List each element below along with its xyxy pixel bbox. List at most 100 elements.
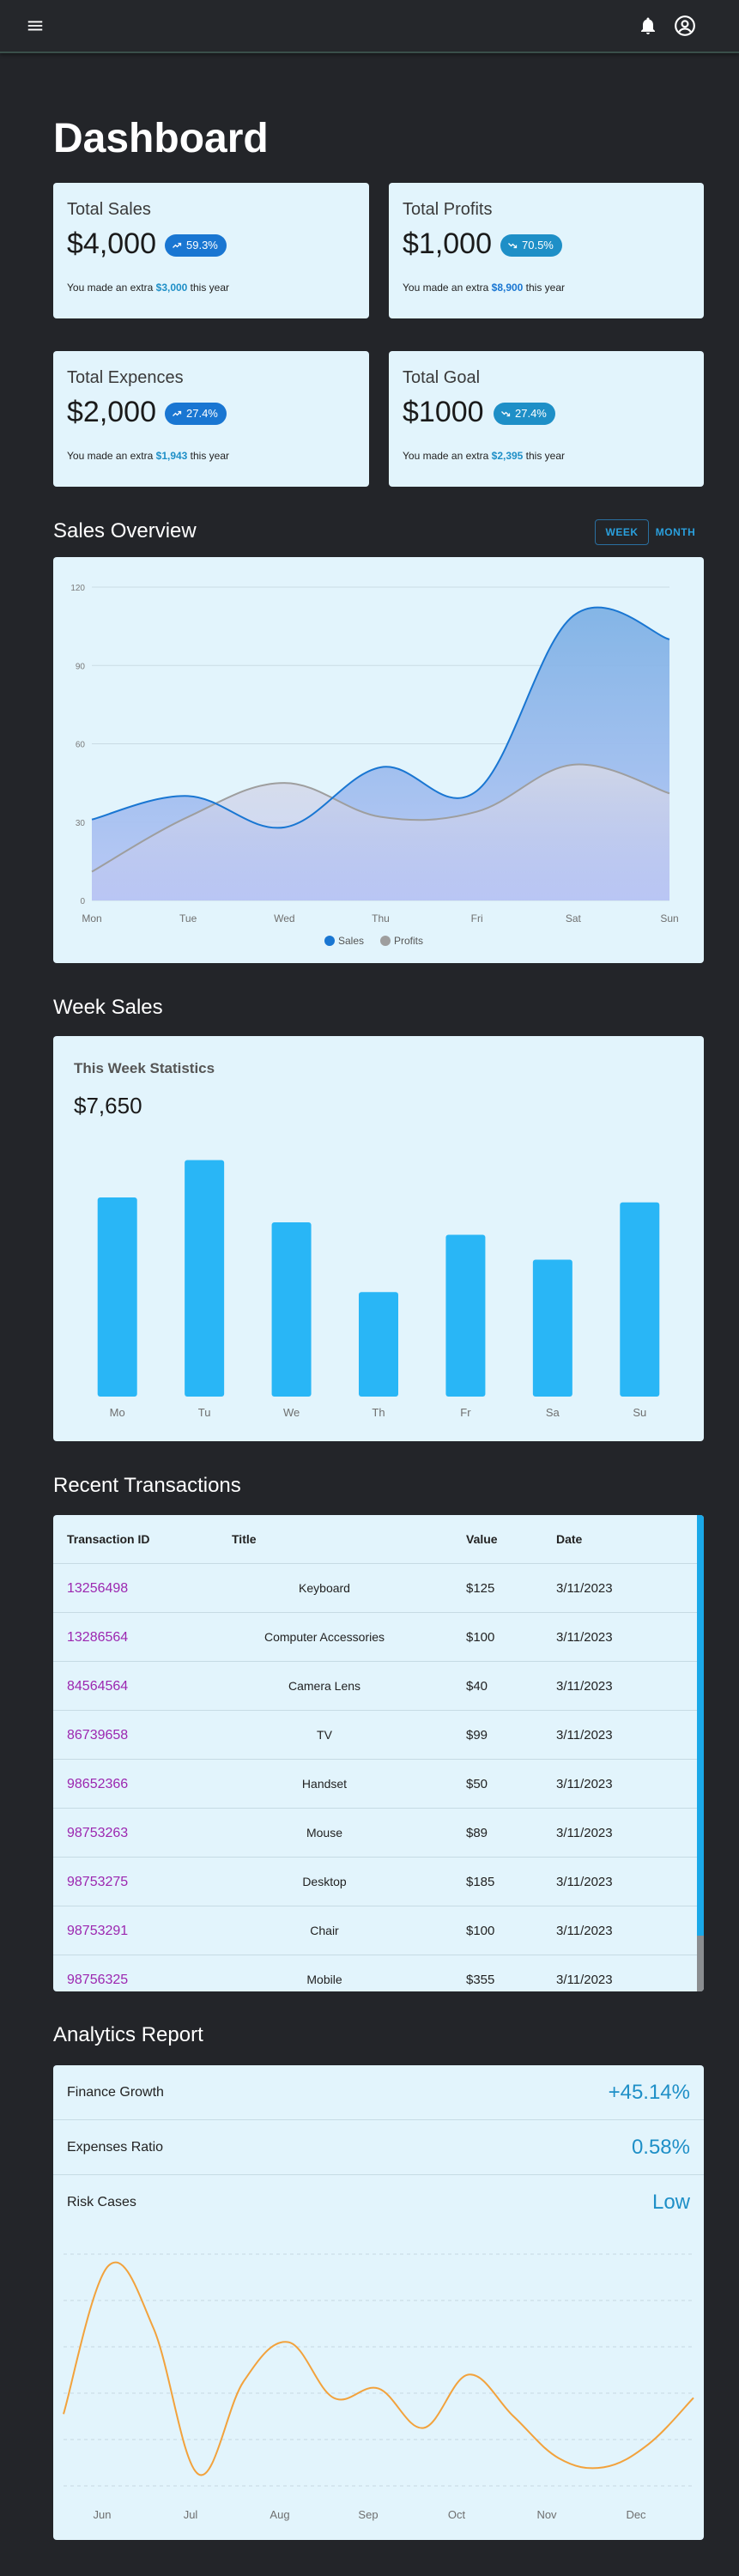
table-row[interactable]: 98753275 Desktop $185 3/11/2023	[53, 1858, 697, 1906]
stat-value: $1,000	[403, 227, 492, 260]
x-tick-label: We	[283, 1406, 300, 1419]
table-row[interactable]: 84564564 Camera Lens $40 3/11/2023	[53, 1662, 697, 1711]
stat-note-amount: $8,900	[491, 282, 524, 294]
sales-overview-chart: 0 30 60 90 120 Mon Tue Wed Thu Fri Sat Sun Sales Prof…	[70, 584, 678, 947]
header-transaction-id: Transaction ID	[67, 1532, 150, 1546]
transaction-date: 3/11/2023	[556, 1924, 613, 1938]
sales-overview-card: 0 30 60 90 120 Mon Tue Wed Thu Fri Sat Sun Sales Prof…	[53, 557, 704, 963]
bar-we[interactable]	[271, 1222, 312, 1397]
scrollbar-thumb[interactable]	[697, 1515, 704, 1936]
x-tick-label: Mon	[82, 912, 101, 924]
stat-note: You made an extra $1,943 this year	[67, 450, 230, 462]
week-toggle-button[interactable]: WEEK	[595, 519, 649, 545]
header-value: Value	[466, 1532, 498, 1546]
transaction-id[interactable]: 98652366	[67, 1760, 128, 1809]
stat-title: Total Goal	[403, 368, 481, 387]
stat-badge-value: 27.4%	[186, 407, 218, 420]
stat-title: Total Expences	[67, 368, 184, 387]
bar-tu[interactable]	[185, 1160, 225, 1397]
stat-card-total-expences: Total Expences $2,000 27.4% You made an …	[53, 351, 369, 487]
trending-down-icon	[508, 243, 518, 249]
x-tick-label: Fri	[471, 912, 483, 924]
table-row[interactable]: 86739658 TV $99 3/11/2023	[53, 1711, 697, 1760]
transaction-id[interactable]: 98753291	[67, 1906, 128, 1955]
x-tick-label: Jul	[184, 2508, 198, 2521]
transaction-value: $99	[466, 1728, 488, 1743]
stat-note-amount: $1,943	[155, 450, 188, 462]
trending-down-icon	[501, 411, 511, 417]
transaction-date: 3/11/2023	[556, 1973, 613, 1987]
stat-card-total-profits: Total Profits $1,000 70.5% You made an e…	[389, 183, 704, 318]
transaction-value: $355	[466, 1973, 495, 1987]
x-tick-label: Su	[633, 1406, 646, 1419]
analytics-chart: Jun Jul Aug Sep Oct Nov Dec	[63, 2253, 694, 2521]
transaction-value: $89	[466, 1826, 488, 1840]
trending-up-icon	[173, 242, 182, 248]
table-row[interactable]: 13286564 Computer Accessories $100 3/11/202…	[53, 1613, 697, 1662]
transaction-id[interactable]: 13286564	[67, 1613, 128, 1662]
x-tick-label: Tu	[198, 1406, 211, 1419]
x-tick-label: Fr	[460, 1406, 471, 1419]
transaction-id[interactable]: 98753275	[67, 1858, 128, 1906]
transaction-id[interactable]: 84564564	[67, 1662, 128, 1711]
transaction-id[interactable]: 98753263	[67, 1809, 128, 1858]
header-date: Date	[556, 1532, 583, 1546]
month-toggle-button[interactable]: MONTH	[652, 519, 699, 545]
bar-su[interactable]	[620, 1202, 660, 1397]
stat-note: You made an extra $2,395 this year	[403, 450, 566, 462]
transaction-value: $100	[466, 1924, 495, 1938]
y-tick-label: 60	[76, 741, 86, 750]
table-row[interactable]: 13256498 Keyboard $125 3/11/2023	[53, 1564, 697, 1613]
transaction-title: Computer Accessories	[263, 1630, 385, 1644]
transaction-title: Mobile	[306, 1973, 342, 1986]
account-circle-icon[interactable]	[674, 15, 696, 37]
bar-th[interactable]	[359, 1292, 398, 1397]
transactions-table[interactable]: Transaction ID Title Value Date 13256498…	[53, 1515, 704, 1991]
table-row[interactable]: 98756325 Mobile $355 3/11/2023	[53, 1955, 697, 1991]
menu-icon[interactable]	[26, 16, 45, 35]
table-row[interactable]: 98753291 Chair $100 3/11/2023	[53, 1906, 697, 1955]
page-title: Dashboard	[53, 116, 269, 161]
analytics-report-title: Analytics Report	[53, 2023, 203, 2046]
stat-badge-value: 59.3%	[186, 239, 218, 252]
x-tick-label: Nov	[536, 2508, 557, 2521]
transaction-title: Keyboard	[299, 1581, 350, 1595]
transaction-title: Camera Lens	[288, 1679, 361, 1693]
legend-label-sales: Sales	[338, 935, 364, 947]
transaction-title: Desktop	[302, 1875, 347, 1888]
legend-marker-sales	[324, 936, 335, 946]
stat-value: $1000	[403, 396, 484, 428]
recent-transactions-title: Recent Transactions	[53, 1474, 241, 1497]
legend-marker-profits	[380, 936, 391, 946]
transaction-id[interactable]: 98756325	[67, 1955, 128, 1991]
y-tick-label: 30	[76, 819, 86, 828]
table-scrollbar[interactable]	[697, 1515, 704, 1991]
stat-note-amount: $2,395	[491, 450, 524, 462]
week-sales-chart: Mo Tu We Th Fr Sa Su	[97, 1160, 660, 1419]
bar-mo[interactable]	[97, 1197, 137, 1397]
x-tick-label: Sat	[566, 912, 582, 924]
transaction-id[interactable]: 86739658	[67, 1711, 128, 1760]
week-sales-card: This Week Statistics $7,650 Mo Tu We Th Fr Sa…	[53, 1036, 704, 1441]
bar-sa[interactable]	[532, 1259, 572, 1397]
bar-fr[interactable]	[445, 1234, 486, 1397]
stat-value: $4,000	[67, 227, 156, 260]
stat-title: Total Profits	[403, 200, 493, 219]
analytics-card: Finance Growth +45.14% Expenses Ratio 0.…	[53, 2065, 704, 2540]
transaction-id[interactable]: 13256498	[67, 1564, 128, 1613]
transaction-date: 3/11/2023	[556, 1875, 613, 1889]
header-title: Title	[232, 1532, 257, 1546]
x-tick-label: Sa	[546, 1406, 560, 1419]
transaction-date: 3/11/2023	[556, 1777, 613, 1791]
transaction-title: Chair	[310, 1924, 339, 1937]
stat-card-total-goal: Total Goal $1000 27.4% You made an extra…	[389, 351, 704, 487]
transaction-date: 3/11/2023	[556, 1630, 613, 1645]
table-row[interactable]: 98753263 Mouse $89 3/11/2023	[53, 1809, 697, 1858]
app-bar	[0, 0, 739, 53]
transaction-title: Mouse	[306, 1826, 343, 1840]
table-row[interactable]: 98652366 Handset $50 3/11/2023	[53, 1760, 697, 1809]
bell-icon[interactable]	[638, 15, 658, 37]
legend-label-profits: Profits	[394, 935, 423, 947]
x-tick-label: Wed	[274, 912, 294, 924]
week-sales-title: Week Sales	[53, 996, 163, 1019]
